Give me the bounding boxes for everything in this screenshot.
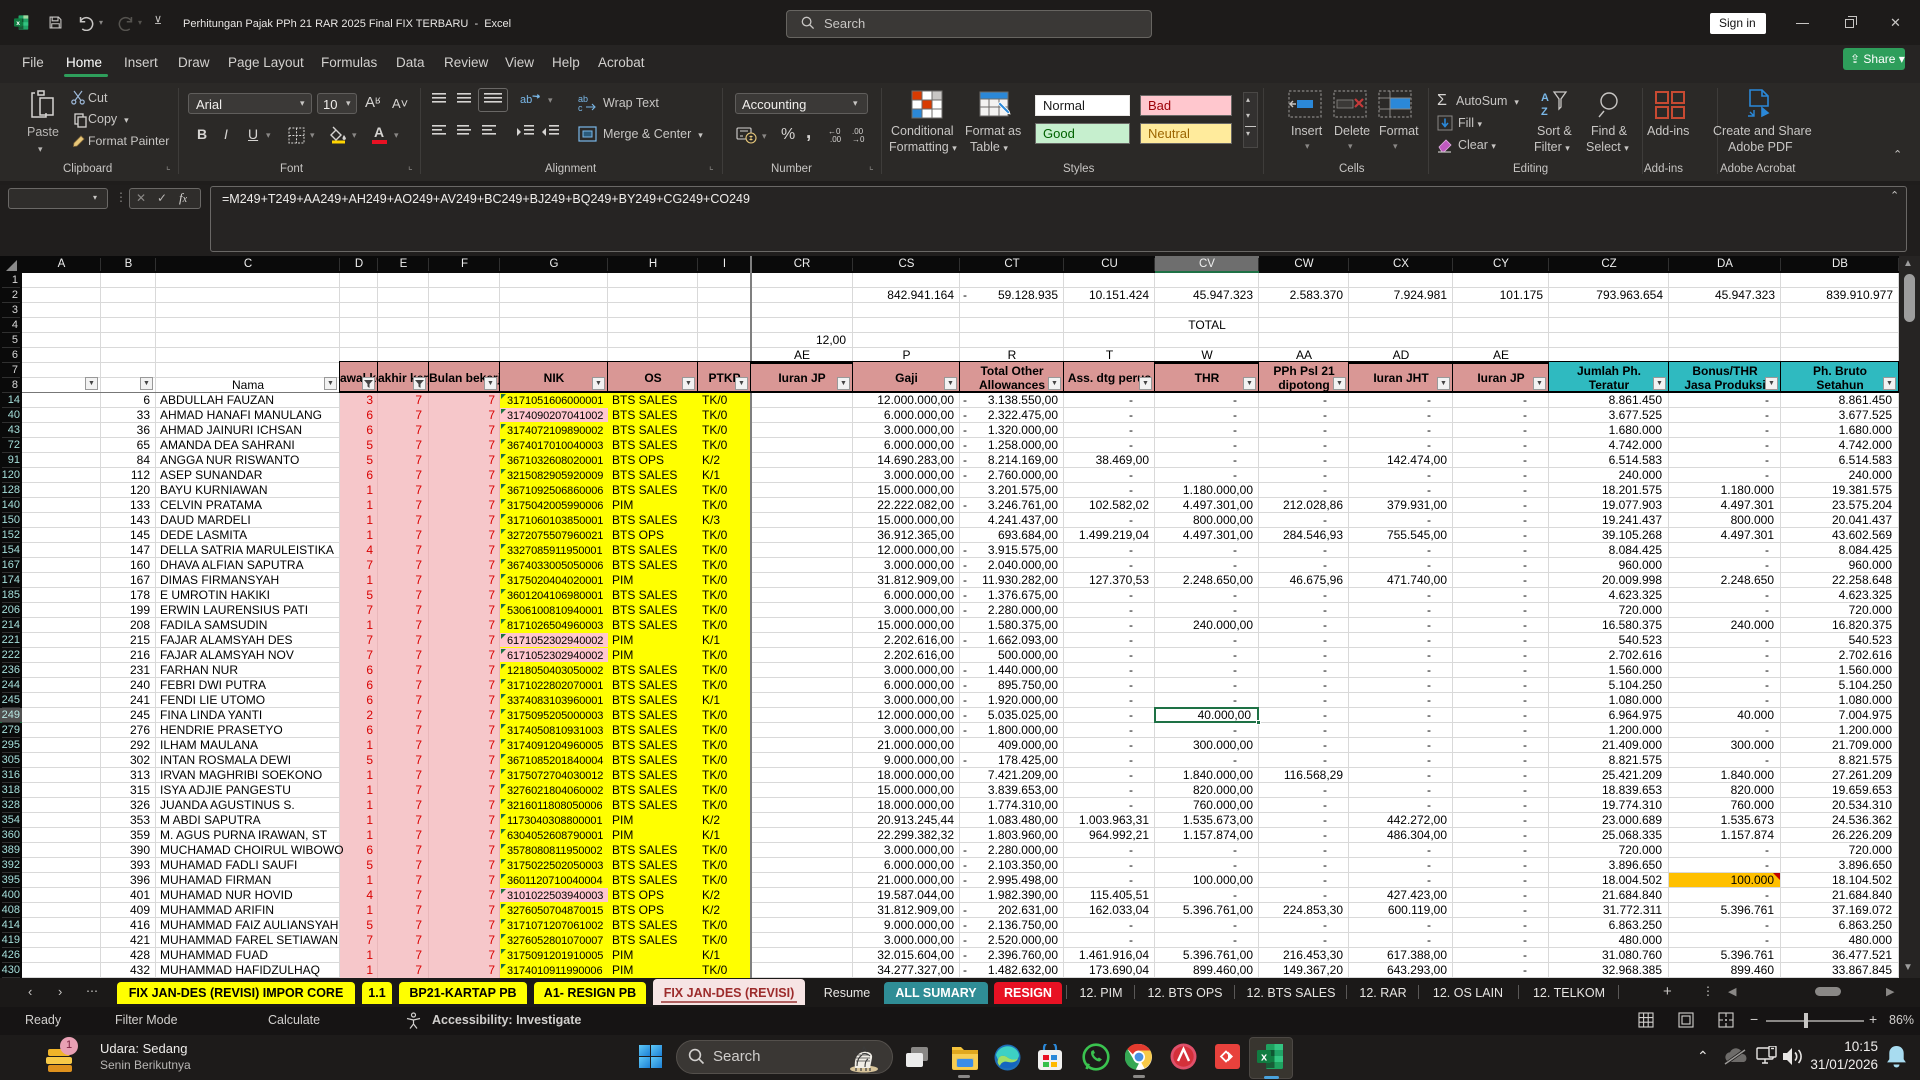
svg-text:c: c bbox=[578, 103, 583, 112]
svg-text:ab: ab bbox=[520, 94, 532, 106]
svg-text:→0: →0 bbox=[852, 135, 865, 143]
svg-text:A: A bbox=[1541, 92, 1549, 104]
svg-text:.00: .00 bbox=[830, 135, 842, 143]
svg-text:x: x bbox=[1261, 1052, 1268, 1064]
svg-text:x: x bbox=[16, 20, 20, 27]
svg-text:Z: Z bbox=[1541, 106, 1548, 118]
